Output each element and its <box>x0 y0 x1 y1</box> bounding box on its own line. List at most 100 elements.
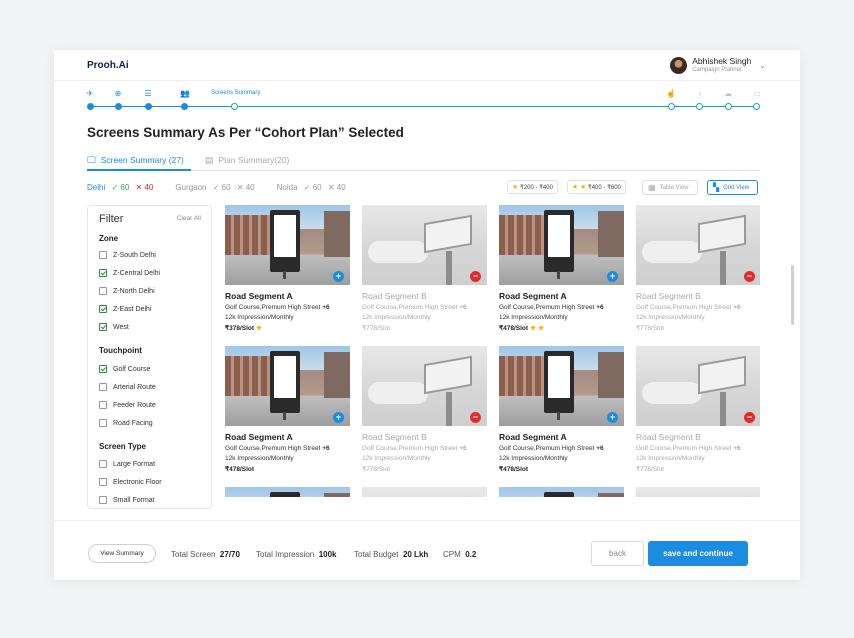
star-icon: ★ <box>579 184 587 191</box>
screen-card[interactable]: − Road Segment B Golf Course,Premum High S… <box>636 205 760 332</box>
city-rejected-count: ✕ 40 <box>135 183 154 192</box>
step-1[interactable] <box>87 103 94 110</box>
checkbox[interactable] <box>99 287 107 295</box>
checkbox[interactable] <box>99 269 107 277</box>
screen-card[interactable]: − Road Segment B Golf Course,Premum High S… <box>362 205 487 332</box>
checkbox[interactable] <box>99 460 107 468</box>
filter-type-small[interactable]: Small Format <box>99 496 155 504</box>
filter-label: Road Facing <box>113 419 153 427</box>
add-screen-icon[interactable]: + <box>333 271 344 282</box>
city-selected-count: ✓ 60 <box>303 183 322 192</box>
screen-card[interactable]: − Road Segment B Golf Course,Premum High S… <box>362 346 487 473</box>
step-2[interactable] <box>115 103 122 110</box>
people-icon[interactable]: 👥 <box>179 89 191 98</box>
app-logo[interactable]: Prooh.Ai <box>87 60 129 71</box>
more-locations[interactable]: +6 <box>459 445 466 452</box>
checkbox[interactable] <box>99 365 107 373</box>
sliders-icon[interactable]: ☰ <box>142 89 154 98</box>
filter-touchpoint-road[interactable]: Road Facing <box>99 419 153 427</box>
checkbox[interactable] <box>99 419 107 427</box>
stat-label: Total Impression <box>256 550 315 559</box>
step-4[interactable] <box>181 103 188 110</box>
remove-screen-icon[interactable]: − <box>470 271 481 282</box>
step-3[interactable] <box>145 103 152 110</box>
tab-plan-summary[interactable]: ▤ Plan Summary(20) <box>205 153 289 167</box>
screen-image: − <box>362 487 487 497</box>
add-screen-icon[interactable]: + <box>607 271 618 282</box>
checkbox[interactable] <box>99 478 107 486</box>
city-gurgaon[interactable]: Gurgaon ✓ 60 ✕ 40 <box>175 183 254 192</box>
filter-zone-south[interactable]: Z-South Delhi <box>99 251 156 259</box>
screen-card[interactable]: + Road Segment A Golf Course,Premum High S… <box>499 205 624 332</box>
filter-zone-central[interactable]: Z-Central Delhi <box>99 269 160 277</box>
view-summary-button[interactable]: View Summary <box>88 544 156 563</box>
tab-screen-summary[interactable]: 🖵 Screen Summary (27) <box>87 153 184 167</box>
table-view-button[interactable]: ▦ Table View <box>642 180 698 195</box>
screen-image: − <box>636 487 760 497</box>
screen-card[interactable]: − Road Segment B Golf Course,Premum High S… <box>636 346 760 473</box>
more-locations[interactable]: +6 <box>733 304 740 311</box>
clear-all-link[interactable]: Clear All <box>177 215 201 222</box>
add-screen-icon[interactable]: + <box>607 412 618 423</box>
filter-zone-north[interactable]: Z-North Delhi <box>99 287 155 295</box>
add-screen-icon[interactable]: + <box>333 412 344 423</box>
city-delhi[interactable]: Delhi ✓ 60 ✕ 40 <box>87 183 153 192</box>
grid-view-button[interactable]: ▚ Grid View <box>707 180 758 195</box>
checkbox[interactable] <box>99 496 107 504</box>
filter-zone-west[interactable]: West <box>99 323 129 331</box>
checkbox[interactable] <box>99 401 107 409</box>
user-menu[interactable]: Abhishek Singh Campaign Planner ⌄ <box>670 56 766 74</box>
more-locations[interactable]: +6 <box>459 304 466 311</box>
scrollbar[interactable] <box>791 265 794 325</box>
screen-card[interactable]: + <box>225 487 350 497</box>
screen-card[interactable]: + Road Segment A Golf Course,Premum High S… <box>499 346 624 473</box>
checkbox[interactable] <box>99 383 107 391</box>
filter-zone-east[interactable]: Z-East Delhi <box>99 305 152 313</box>
filter-type-electronic[interactable]: Electronic Floor <box>99 478 162 486</box>
filter-touchpoint-arterial[interactable]: Arterial Route <box>99 383 156 391</box>
pin-icon[interactable]: ✈ <box>84 89 96 98</box>
more-locations[interactable]: +6 <box>596 304 603 311</box>
more-locations[interactable]: +6 <box>322 304 329 311</box>
checkbox[interactable] <box>99 251 107 259</box>
step-8[interactable] <box>725 103 732 110</box>
cpm-stat: CPM 0.2 <box>443 550 476 559</box>
monitor-icon: 🖵 <box>87 154 96 165</box>
city-noida[interactable]: Noida ✓ 60 ✕ 40 <box>277 183 346 192</box>
filter-touchpoint-golf[interactable]: Golf Course <box>99 365 150 373</box>
step-7[interactable] <box>696 103 703 110</box>
screen-card[interactable]: − <box>362 487 487 497</box>
planner-card: Prooh.Ai Abhishek Singh Campaign Planner… <box>54 50 800 580</box>
price-filter-high[interactable]: ★ ★ ₹400 - ₹600 <box>567 180 626 194</box>
step-5[interactable] <box>231 103 238 110</box>
screen-price: ₹778/Slot <box>362 465 487 473</box>
save-and-continue-button[interactable]: save and continue <box>648 541 748 566</box>
filter-touchpoint-feeder[interactable]: Feeder Route <box>99 401 156 409</box>
remove-screen-icon[interactable]: − <box>744 412 755 423</box>
filter-type-large[interactable]: Large Format <box>99 460 155 468</box>
checkbox[interactable] <box>99 305 107 313</box>
chevron-down-icon[interactable]: ⌄ <box>759 61 766 70</box>
target-icon[interactable]: ⊕ <box>112 89 124 98</box>
more-locations[interactable]: +6 <box>596 445 603 452</box>
back-button[interactable]: back <box>591 541 644 566</box>
screen-card[interactable]: + Road Segment A Golf Course,Premum High S… <box>225 346 350 473</box>
remove-screen-icon[interactable]: − <box>744 271 755 282</box>
screen-location: Golf Course,Premum High Street +6 <box>636 445 760 452</box>
star-icon: ★ <box>255 325 263 332</box>
checkbox[interactable] <box>99 323 107 331</box>
price-filter-low[interactable]: ★ ₹200 - ₹400 <box>507 180 558 194</box>
step-9[interactable] <box>753 103 760 110</box>
more-locations[interactable]: +6 <box>733 445 740 452</box>
remove-screen-icon[interactable]: − <box>470 412 481 423</box>
screen-card[interactable]: − <box>636 487 760 497</box>
screen-card[interactable]: + Road Segment A Golf Course,Premum High S… <box>225 205 350 332</box>
screen-price: ₹778/Slot <box>636 324 760 332</box>
filter-label: Z-East Delhi <box>113 305 152 313</box>
footer-divider <box>54 520 800 521</box>
active-tab-indicator <box>87 169 191 171</box>
screen-card[interactable]: + <box>499 487 624 497</box>
step-6[interactable] <box>668 103 675 110</box>
user-name: Abhishek Singh <box>692 56 752 66</box>
more-locations[interactable]: +6 <box>322 445 329 452</box>
